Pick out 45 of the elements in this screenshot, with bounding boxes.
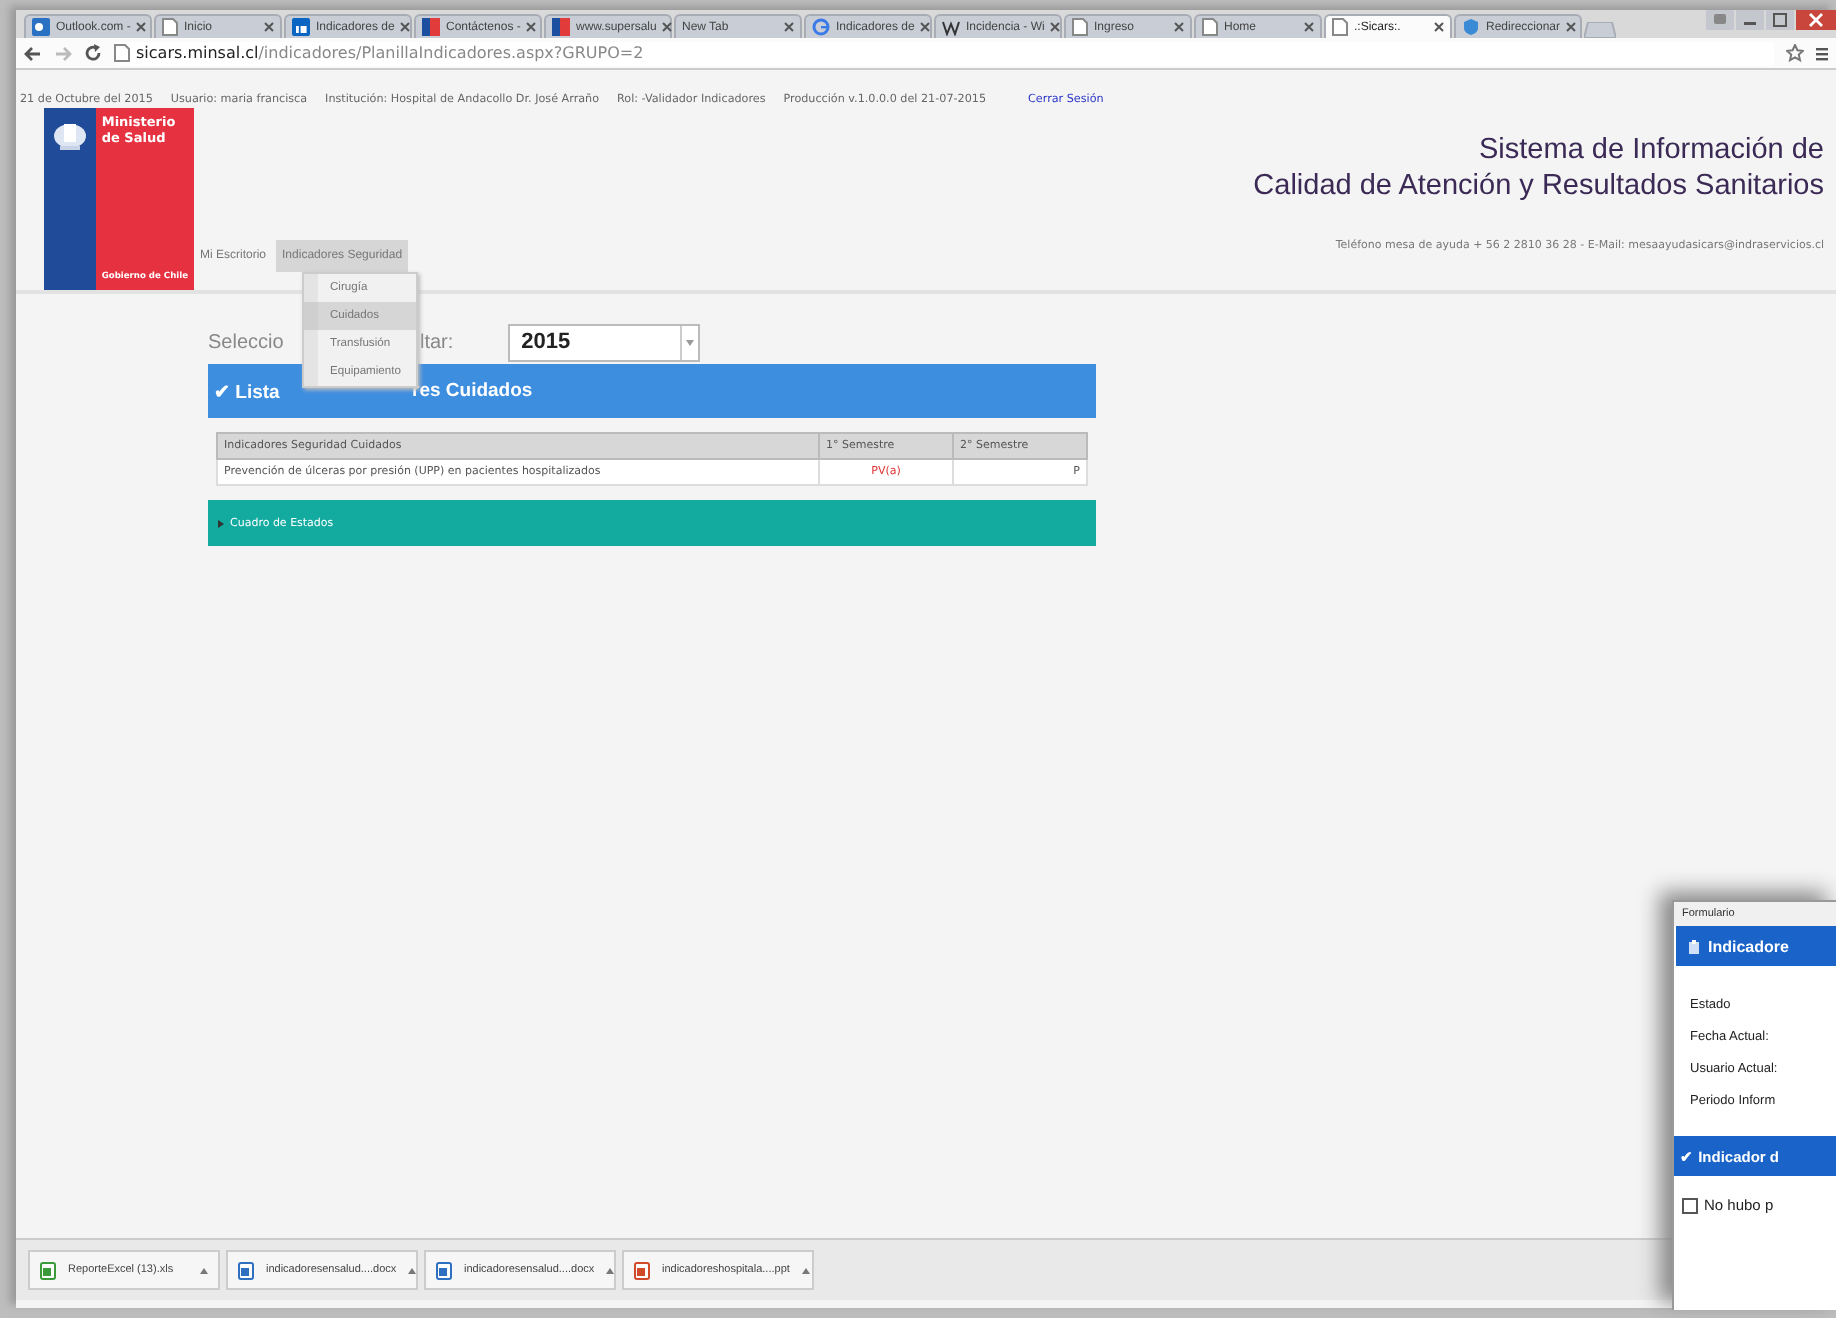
close-icon[interactable] — [1796, 10, 1836, 30]
flag-icon — [422, 18, 440, 36]
w-icon — [942, 18, 960, 36]
panel-title: ✔ Lista — [214, 381, 280, 403]
document-icon — [436, 1261, 452, 1279]
caret-icon[interactable] — [408, 1267, 417, 1273]
address-field[interactable]: sicars.minsal.cl/indicadores/PlanillaIndicadores.aspx?GRUPO=2 — [114, 41, 1774, 65]
close-icon[interactable] — [784, 22, 794, 32]
year-label: Seleccio — [208, 331, 284, 353]
close-icon[interactable] — [1050, 22, 1061, 32]
caret-icon[interactable] — [801, 1267, 810, 1273]
page-icon — [114, 44, 130, 62]
caret-icon — [685, 339, 694, 345]
crest-icon — [51, 120, 88, 152]
close-icon[interactable] — [1304, 22, 1314, 32]
year-label: ltar: — [420, 331, 454, 353]
form-title: Indicadore — [1708, 937, 1789, 955]
close-icon[interactable] — [526, 22, 537, 32]
close-icon[interactable] — [264, 22, 274, 32]
close-icon[interactable] — [1434, 22, 1444, 32]
document-icon — [238, 1261, 254, 1279]
year-select[interactable]: 2015 — [507, 323, 700, 361]
close-icon[interactable] — [920, 22, 931, 32]
circle-icon — [812, 18, 830, 36]
back-icon[interactable] — [24, 45, 42, 61]
site-title: Sistema de Información de Calidad de Atención y Resultados Sanitarios — [1253, 132, 1824, 205]
close-icon[interactable] — [400, 22, 411, 32]
star-icon[interactable] — [1786, 44, 1804, 62]
clipboard-icon — [1688, 939, 1700, 953]
caret-icon[interactable] — [606, 1267, 615, 1273]
menu-icon[interactable] — [1816, 45, 1828, 61]
checkbox[interactable] — [1682, 1197, 1698, 1213]
caret-icon[interactable] — [200, 1267, 208, 1273]
minimize-icon[interactable] — [1736, 10, 1764, 30]
shield-icon — [1462, 18, 1480, 36]
presentation-icon — [634, 1261, 650, 1279]
spreadsheet-icon — [40, 1261, 56, 1279]
arrow-icon — [218, 519, 224, 527]
close-icon[interactable] — [1566, 22, 1577, 32]
maximize-icon[interactable] — [1766, 10, 1794, 30]
flag-icon — [552, 18, 570, 36]
close-icon[interactable] — [1174, 22, 1184, 32]
reload-icon[interactable] — [84, 44, 102, 62]
close-icon[interactable] — [662, 22, 673, 32]
close-icon[interactable] — [136, 22, 147, 32]
